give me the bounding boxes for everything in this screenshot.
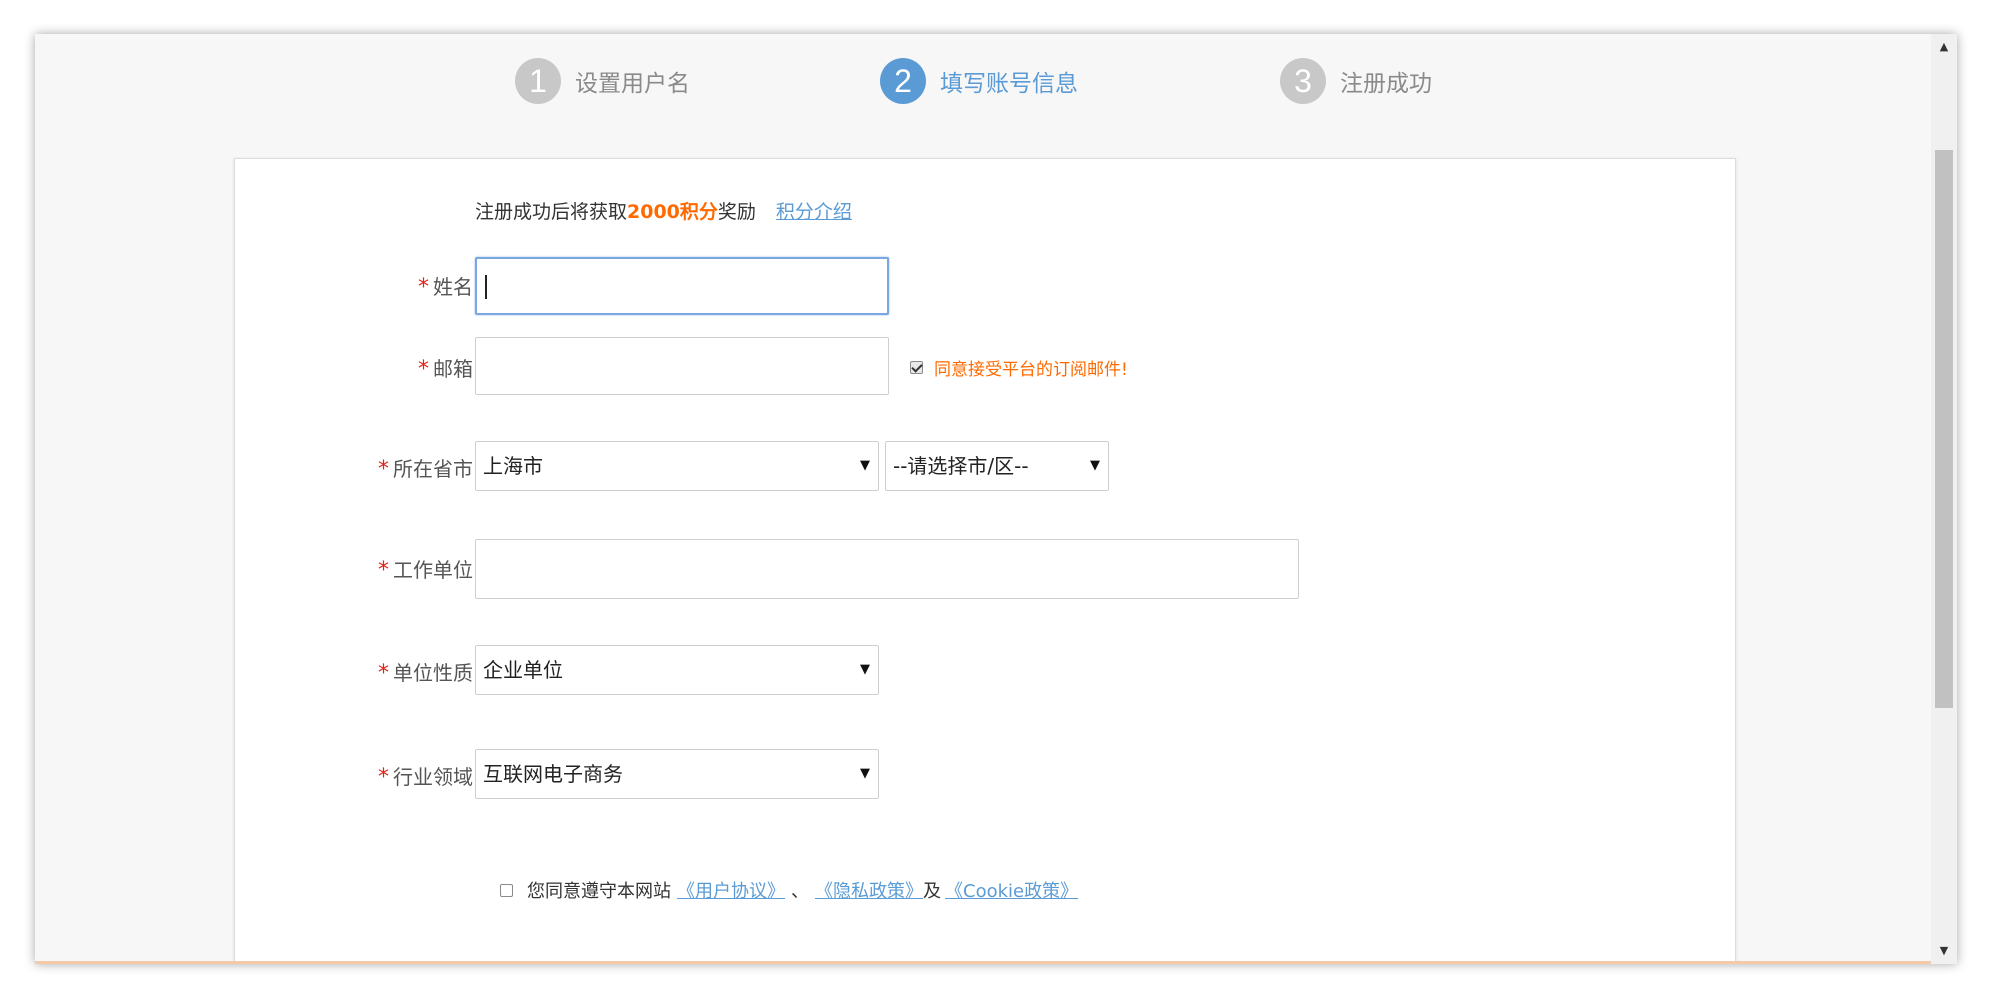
- caret-down-icon: ▼: [860, 766, 870, 781]
- industry-label: * 行业领域: [378, 765, 473, 790]
- required-mark: *: [418, 275, 429, 300]
- caret-down-icon[interactable]: ▼: [1931, 938, 1957, 964]
- step-label: 填写账号信息: [940, 71, 1078, 97]
- caret-up-icon[interactable]: ▲: [1931, 34, 1957, 60]
- user-agreement-link[interactable]: 《用户协议》: [677, 877, 785, 903]
- industry-value: 互联网电子商务: [483, 762, 623, 786]
- email-input[interactable]: [475, 337, 889, 395]
- agree-checkbox[interactable]: [500, 883, 513, 897]
- step-label: 注册成功: [1340, 71, 1432, 97]
- required-mark: *: [378, 457, 389, 482]
- name-input[interactable]: [475, 257, 889, 315]
- reward-points: 2000积分: [627, 201, 718, 223]
- caret-down-icon: ▼: [860, 662, 870, 677]
- agreement-row: 您同意遵守本网站 《用户协议》 、 《隐私政策》 及 《Cookie政策》: [500, 877, 1078, 903]
- caret-down-icon: ▼: [860, 458, 870, 473]
- city-label: * 所在省市: [378, 457, 473, 482]
- industry-select[interactable]: 互联网电子商务 ▼: [475, 749, 879, 799]
- caret-down-icon: ▼: [1090, 458, 1100, 473]
- agree-and: 及: [923, 881, 941, 902]
- vertical-scrollbar[interactable]: ▲ ▼: [1931, 34, 1957, 964]
- name-label: * 姓名: [418, 275, 473, 300]
- step-number: 2: [880, 58, 926, 104]
- text-caret: [485, 275, 487, 299]
- required-mark: *: [418, 357, 429, 382]
- province-value: 上海市: [483, 454, 543, 478]
- subscribe-label: 同意接受平台的订阅邮件!: [934, 360, 1128, 380]
- required-mark: *: [378, 661, 389, 686]
- required-mark: *: [378, 558, 389, 583]
- step-number: 1: [515, 58, 561, 104]
- step-fill-account-info: 2 填写账号信息: [880, 56, 1078, 106]
- subscribe-checkbox[interactable]: [910, 361, 923, 374]
- agree-prefix: 您同意遵守本网站: [527, 881, 671, 902]
- nature-label: * 单位性质: [378, 661, 473, 686]
- registration-steps: 1 设置用户名 2 填写账号信息 3 注册成功: [35, 56, 1931, 116]
- subscribe-option[interactable]: 同意接受平台的订阅邮件!: [910, 355, 1128, 380]
- required-mark: *: [378, 765, 389, 790]
- cookie-policy-link[interactable]: 《Cookie政策》: [945, 877, 1078, 903]
- bottom-strip: [35, 961, 1931, 964]
- step-label: 设置用户名: [575, 71, 690, 97]
- company-nature-select[interactable]: 企业单位 ▼: [475, 645, 879, 695]
- step-number: 3: [1280, 58, 1326, 104]
- agree-separator: 、: [791, 881, 809, 902]
- district-value: --请选择市/区--: [893, 454, 1029, 478]
- province-select[interactable]: 上海市 ▼: [475, 441, 879, 491]
- reward-notice: 注册成功后将获取2000积分奖励 积分介绍: [475, 197, 852, 224]
- points-intro-link[interactable]: 积分介绍: [776, 201, 852, 223]
- reward-prefix: 注册成功后将获取: [475, 201, 628, 223]
- company-input[interactable]: [475, 539, 1299, 599]
- step-register-success: 3 注册成功: [1280, 56, 1432, 106]
- email-label: * 邮箱: [418, 357, 473, 382]
- company-label: * 工作单位: [378, 558, 473, 583]
- privacy-policy-link[interactable]: 《隐私政策》: [815, 877, 923, 903]
- step-set-username: 1 设置用户名: [515, 56, 690, 106]
- nature-value: 企业单位: [483, 658, 563, 682]
- district-select[interactable]: --请选择市/区-- ▼: [885, 441, 1109, 491]
- registration-form-panel: 注册成功后将获取2000积分奖励 积分介绍 * 姓名 * 邮箱 同意接受平台的订阅邮件…: [234, 158, 1736, 964]
- reward-suffix: 奖励: [717, 201, 756, 223]
- scrollbar-thumb[interactable]: [1935, 150, 1953, 708]
- browser-viewport: 1 设置用户名 2 填写账号信息 3 注册成功 注册成功后将获取2000积分奖励…: [35, 34, 1957, 964]
